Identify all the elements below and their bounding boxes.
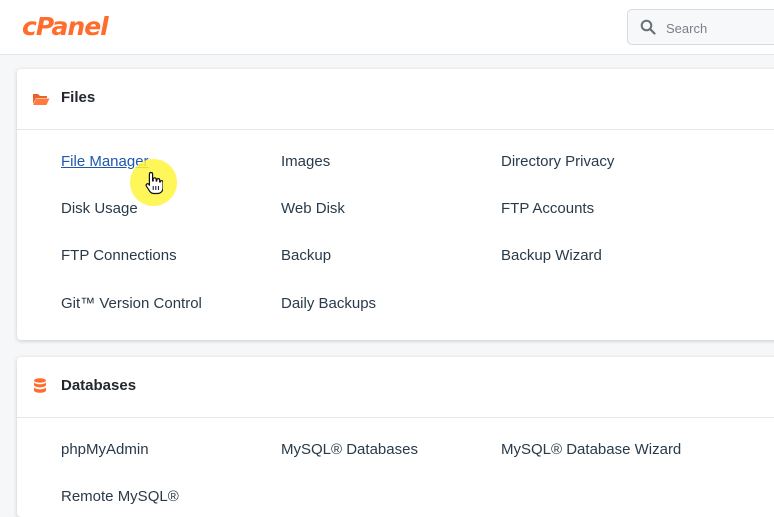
ftp-connections-link[interactable]: FTP Connections: [61, 247, 177, 264]
files-section-header[interactable]: Files: [17, 69, 774, 130]
web-disk-link[interactable]: Web Disk: [281, 200, 345, 217]
ftp-accounts-link[interactable]: FTP Accounts: [501, 200, 594, 217]
databases-section-header[interactable]: Databases: [17, 357, 774, 418]
mysql-databases-link[interactable]: MySQL® Databases: [281, 441, 418, 458]
git-version-control-link[interactable]: Git™ Version Control: [61, 295, 202, 312]
directory-privacy-link[interactable]: Directory Privacy: [501, 153, 614, 170]
top-bar: cPanel: [0, 0, 774, 55]
images-link[interactable]: Images: [281, 153, 330, 170]
search-input[interactable]: [664, 10, 774, 46]
mysql-database-wizard-link[interactable]: MySQL® Database Wizard: [501, 441, 681, 458]
phpmyadmin-link[interactable]: phpMyAdmin: [61, 441, 149, 458]
disk-usage-link[interactable]: Disk Usage: [61, 200, 138, 217]
database-icon: [34, 378, 46, 393]
folder-open-icon: [33, 94, 50, 105]
hand-pointer-icon: [145, 171, 163, 195]
section-title: Databases: [61, 377, 137, 394]
backup-wizard-link[interactable]: Backup Wizard: [501, 247, 602, 264]
backup-link[interactable]: Backup: [281, 247, 331, 264]
remote-mysql-link[interactable]: Remote MySQL®: [61, 488, 179, 505]
cpanel-logo[interactable]: cPanel: [22, 12, 109, 41]
search-box[interactable]: [627, 9, 774, 46]
search-icon: [640, 19, 656, 35]
databases-section: Databases phpMyAdmin MySQL® Databases My…: [17, 357, 774, 517]
files-section: Files File Manager Images Directory Priv…: [17, 69, 774, 340]
section-title: Files: [61, 89, 96, 106]
daily-backups-link[interactable]: Daily Backups: [281, 295, 376, 312]
